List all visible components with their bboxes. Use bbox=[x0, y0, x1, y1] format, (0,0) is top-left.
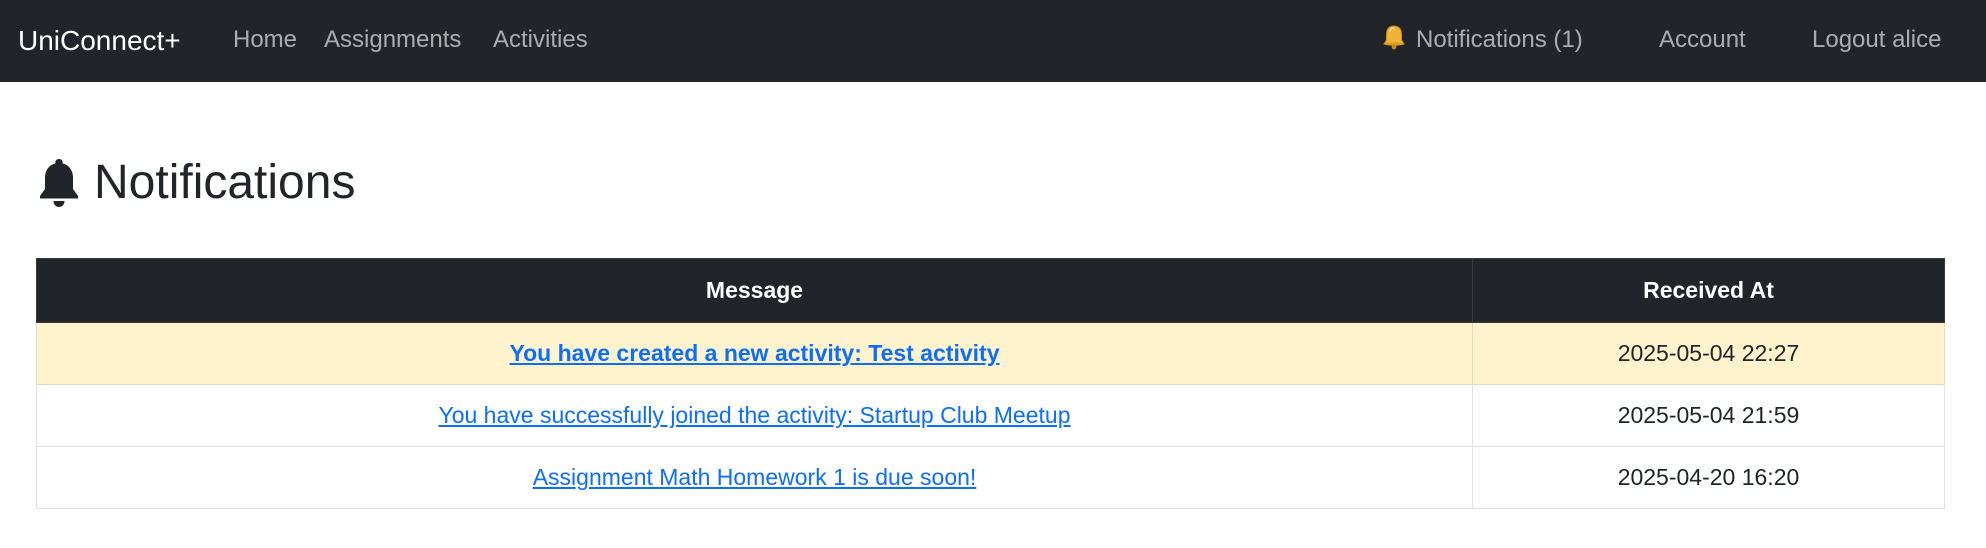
nav-assignments-link[interactable]: Assignments bbox=[324, 0, 461, 82]
nav-account-link[interactable]: Account bbox=[1659, 0, 1746, 82]
table-body: You have created a new activity: Test ac… bbox=[36, 322, 1945, 509]
nav-logout-link[interactable]: Logout alice bbox=[1812, 0, 1941, 82]
message-cell: You have created a new activity: Test ac… bbox=[36, 322, 1473, 385]
received-at-cell: 2025-05-04 21:59 bbox=[1472, 384, 1945, 447]
page-title-text: Notifications bbox=[94, 156, 356, 209]
nav-home-link[interactable]: Home bbox=[233, 0, 297, 82]
table-row: Assignment Math Homework 1 is due soon! … bbox=[36, 446, 1945, 509]
nav-notifications-label: Notifications (1) bbox=[1416, 26, 1583, 53]
page-title: Notifications bbox=[36, 150, 355, 216]
top-navbar: UniConnect+ Home Assignments Activities … bbox=[0, 0, 1986, 82]
nav-activities-link[interactable]: Activities bbox=[493, 0, 588, 82]
notifications-table: Message Received At You have created a n… bbox=[36, 258, 1945, 509]
brand-logo-link[interactable]: UniConnect+ bbox=[18, 0, 181, 82]
received-at-cell: 2025-04-20 16:20 bbox=[1472, 446, 1945, 509]
column-header-received-at: Received At bbox=[1472, 258, 1945, 323]
message-cell: Assignment Math Homework 1 is due soon! bbox=[36, 446, 1473, 509]
table-header: Message Received At bbox=[36, 258, 1945, 323]
notification-link[interactable]: Assignment Math Homework 1 is due soon! bbox=[533, 464, 977, 490]
received-at-cell: 2025-05-04 22:27 bbox=[1472, 322, 1945, 385]
table-row: You have successfully joined the activit… bbox=[36, 384, 1945, 447]
notification-link[interactable]: You have created a new activity: Test ac… bbox=[509, 340, 999, 366]
nav-notifications-link[interactable]: Notifications (1) bbox=[1380, 0, 1583, 82]
column-header-message: Message bbox=[36, 258, 1473, 323]
bell-icon bbox=[36, 157, 82, 209]
message-cell: You have successfully joined the activit… bbox=[36, 384, 1473, 447]
notification-link[interactable]: You have successfully joined the activit… bbox=[438, 402, 1070, 428]
table-header-row: Message Received At bbox=[36, 258, 1945, 323]
bell-emoji-icon bbox=[1380, 23, 1408, 51]
table-row: You have created a new activity: Test ac… bbox=[36, 322, 1945, 385]
